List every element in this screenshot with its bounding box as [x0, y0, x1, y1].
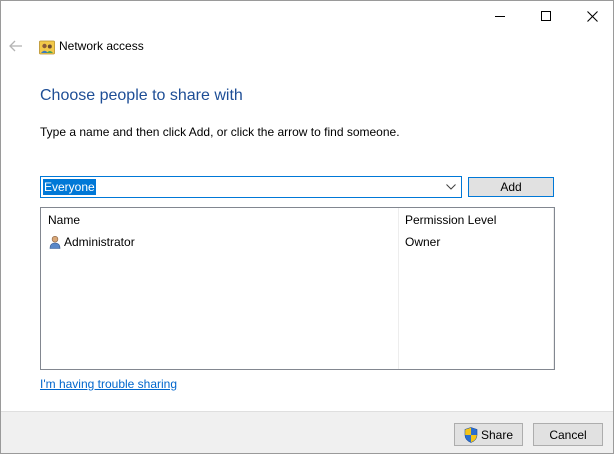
- share-button-label: Share: [480, 427, 514, 442]
- cancel-button[interactable]: Cancel: [533, 423, 603, 446]
- instruction-text: Type a name and then click Add, or click…: [40, 125, 400, 139]
- network-people-icon: [39, 40, 55, 55]
- add-button[interactable]: Add: [468, 177, 554, 197]
- close-button[interactable]: [569, 1, 613, 31]
- network-access-window: Network access Choose people to share wi…: [0, 0, 614, 454]
- combo-selected-text[interactable]: Everyone: [43, 179, 96, 195]
- column-header-name[interactable]: Name: [48, 213, 80, 227]
- person-combobox[interactable]: Everyone: [40, 176, 462, 198]
- back-button[interactable]: [7, 37, 25, 55]
- people-list[interactable]: Name Permission Level Administrator Owne…: [40, 207, 555, 370]
- window-title: Network access: [59, 39, 144, 53]
- chevron-down-icon: [446, 184, 456, 190]
- back-arrow-icon: [9, 40, 22, 52]
- share-button[interactable]: Share: [454, 423, 523, 446]
- dialog-footer: Share Cancel: [1, 411, 613, 453]
- wizard-nav: Network access: [1, 33, 613, 61]
- close-icon: [586, 10, 598, 22]
- table-row[interactable]: Administrator Owner: [41, 232, 554, 252]
- column-header-permission[interactable]: Permission Level: [405, 213, 496, 227]
- page-heading: Choose people to share with: [40, 87, 243, 104]
- title-bar: [1, 1, 613, 33]
- trouble-sharing-link[interactable]: I'm having trouble sharing: [40, 377, 177, 391]
- uac-shield-icon: [464, 426, 478, 443]
- row-name-cell: Administrator: [64, 235, 135, 249]
- user-icon: [49, 235, 61, 249]
- row-permission-cell[interactable]: Owner: [405, 235, 440, 249]
- minimize-button[interactable]: [477, 1, 523, 31]
- minimize-icon: [495, 15, 505, 17]
- maximize-icon: [541, 11, 551, 21]
- maximize-button[interactable]: [523, 1, 569, 31]
- combo-dropdown-button[interactable]: [443, 179, 459, 195]
